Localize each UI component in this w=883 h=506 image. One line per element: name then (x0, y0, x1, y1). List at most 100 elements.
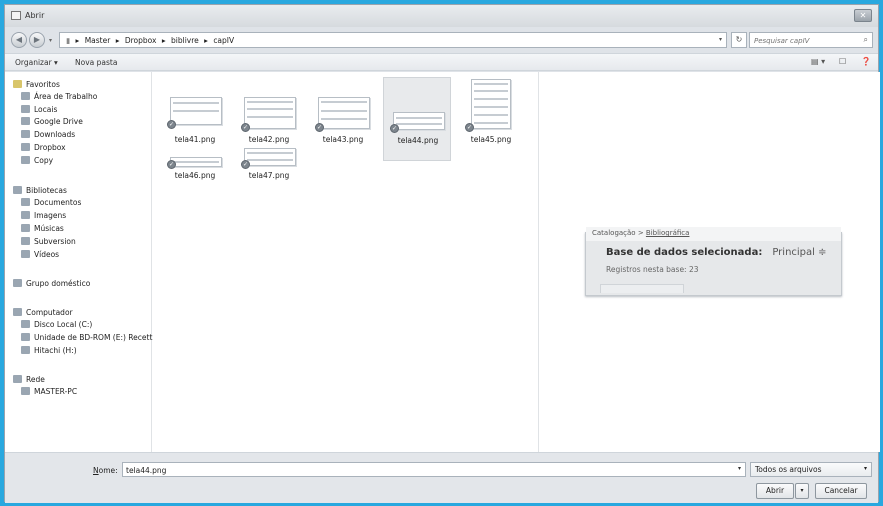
file-type-select[interactable]: Todos os arquivos ▾ (750, 462, 872, 477)
file-item[interactable]: ✓ tela46.png (161, 154, 229, 238)
sync-status-icon: ✓ (167, 120, 176, 129)
libraries-icon (13, 186, 22, 194)
nav-recent-places[interactable]: Locais (21, 105, 57, 117)
open-options-dropdown[interactable]: ▾ (795, 483, 809, 499)
nav-label: Downloads (34, 130, 76, 139)
breadcrumb-item[interactable]: capIV (213, 36, 234, 45)
file-name: tela47.png (248, 171, 290, 180)
nav-homegroup[interactable]: Grupo doméstico (13, 279, 90, 291)
nav-hitachi[interactable]: Hitachi (H:) (21, 346, 77, 358)
file-type-value: Todos os arquivos (755, 465, 822, 474)
nav-label: Locais (34, 105, 58, 114)
nav-master-pc[interactable]: MASTER-PC (21, 387, 77, 399)
computer-icon (13, 308, 22, 316)
nav-libraries[interactable]: Bibliotecas (13, 186, 67, 198)
preview-crumb-root: Catalogação (592, 229, 636, 237)
file-name-label-text: ome: (98, 466, 118, 475)
file-thumbnail (393, 112, 445, 130)
pictures-icon (21, 211, 30, 219)
nav-label: Google Drive (34, 117, 83, 126)
breadcrumb-item[interactable]: Dropbox (125, 36, 157, 45)
forward-button[interactable]: ▶ (29, 32, 45, 48)
breadcrumb-separator: ▸ (204, 36, 208, 45)
file-thumbnail (170, 157, 222, 167)
nav-label: Subversion (34, 237, 76, 246)
nav-label: Músicas (34, 224, 64, 233)
file-thumbnail (170, 97, 222, 125)
view-options-icon[interactable]: ▤ ▾ (811, 57, 825, 66)
nav-label: Disco Local (C:) (34, 320, 93, 329)
file-item[interactable]: ✓ tela47.png (235, 148, 303, 238)
file-name-dropdown-icon[interactable]: ▾ (738, 465, 741, 472)
file-thumbnail (318, 97, 370, 129)
dropbox-icon (21, 143, 30, 151)
help-icon[interactable]: ❓ (861, 57, 871, 66)
search-input[interactable] (754, 35, 854, 46)
nav-pictures[interactable]: Imagens (21, 211, 66, 223)
navigation-pane: Favoritos Área de Trabalho Locais Google… (5, 72, 152, 452)
file-name-input[interactable] (126, 465, 706, 475)
address-bar[interactable]: ▮ ▸ Master ▸ Dropbox ▸ biblivre ▸ capIV … (59, 32, 727, 48)
recent-locations-dropdown-icon[interactable]: ▾ (49, 37, 52, 44)
new-folder-button[interactable]: Nova pasta (75, 58, 117, 67)
preview-record-count: Registros nesta base: 23 (606, 265, 699, 274)
file-item[interactable]: ✓ tela41.png (161, 77, 229, 161)
breadcrumb-item[interactable]: biblivre (171, 36, 199, 45)
nav-computer[interactable]: Computador (13, 308, 73, 320)
cancel-button[interactable]: Cancelar (815, 483, 867, 499)
nav-videos[interactable]: Vídeos (21, 250, 59, 262)
breadcrumb-separator: ▸ (75, 36, 80, 45)
videos-icon (21, 250, 30, 258)
breadcrumb-separator: ▸ (161, 36, 166, 45)
nav-label: Favoritos (26, 80, 60, 89)
file-item-selected[interactable]: ✓ tela44.png (383, 77, 451, 161)
nav-label: Hitachi (H:) (34, 346, 77, 355)
nav-documents[interactable]: Documentos (21, 198, 81, 210)
nav-favorites[interactable]: Favoritos (13, 80, 60, 92)
nav-label: Rede (26, 375, 45, 384)
sync-status-icon: ✓ (315, 123, 324, 132)
chevron-down-icon: ▾ (863, 465, 867, 472)
sync-status-icon: ✓ (465, 123, 474, 132)
preview-crumb-leaf: Bibliográfica (645, 229, 690, 237)
file-item[interactable]: ✓ tela45.png (457, 77, 525, 161)
nav-label: Vídeos (34, 250, 60, 259)
preview-pane-icon[interactable]: ☐ (839, 57, 846, 66)
refresh-button[interactable]: ↻ (731, 32, 747, 48)
search-icon[interactable]: ⌕ (864, 35, 868, 45)
file-thumbnail (244, 97, 296, 129)
nav-desktop[interactable]: Área de Trabalho (21, 92, 97, 104)
dialog-body: Favoritos Área de Trabalho Locais Google… (5, 72, 880, 452)
subversion-icon (21, 237, 30, 245)
drive-icon (21, 320, 30, 328)
preview-pane: Catalogação > Bibliográfica Base de dado… (538, 72, 880, 452)
nav-downloads[interactable]: Downloads (21, 130, 75, 142)
file-item[interactable]: ✓ tela43.png (309, 77, 377, 161)
nav-bd-rom[interactable]: Unidade de BD-ROM (E:) Recett (21, 333, 152, 345)
file-name: tela44.png (397, 136, 439, 145)
copy-icon (21, 156, 30, 164)
nav-music[interactable]: Músicas (21, 224, 64, 236)
nav-label: Área de Trabalho (34, 92, 98, 101)
organize-button[interactable]: Organizar ▾ (15, 58, 58, 67)
dialog-footer: Nome: ▾ Todos os arquivos ▾ Abrir ▾ Cance… (5, 452, 878, 503)
breadcrumb-item[interactable]: Master (85, 36, 111, 45)
back-button[interactable]: ◀ (11, 32, 27, 48)
open-button[interactable]: Abrir (756, 483, 794, 499)
nav-network[interactable]: Rede (13, 375, 45, 387)
preview-heading: Base de dados selecionada: Principal ≑ (606, 247, 827, 258)
nav-dropbox[interactable]: Dropbox (21, 143, 66, 155)
search-box[interactable]: ⌕ (749, 32, 873, 48)
nav-label: Copy (34, 156, 54, 165)
nav-subversion[interactable]: Subversion (21, 237, 76, 249)
nav-copy[interactable]: Copy (21, 156, 53, 168)
breadcrumb: ▮ ▸ Master ▸ Dropbox ▸ biblivre ▸ capIV (66, 36, 237, 45)
nav-local-disk[interactable]: Disco Local (C:) (21, 320, 92, 332)
nav-google-drive[interactable]: Google Drive (21, 117, 83, 129)
pc-icon (21, 387, 30, 395)
file-name-combobox[interactable]: ▾ (122, 462, 746, 477)
close-button[interactable]: ✕ (854, 9, 872, 22)
file-list: ✓ tela41.png ✓ tela42.png ✓ tela43.png ✓… (153, 72, 533, 452)
nav-label: Imagens (34, 211, 67, 220)
address-dropdown-icon[interactable]: ▾ (719, 36, 722, 43)
